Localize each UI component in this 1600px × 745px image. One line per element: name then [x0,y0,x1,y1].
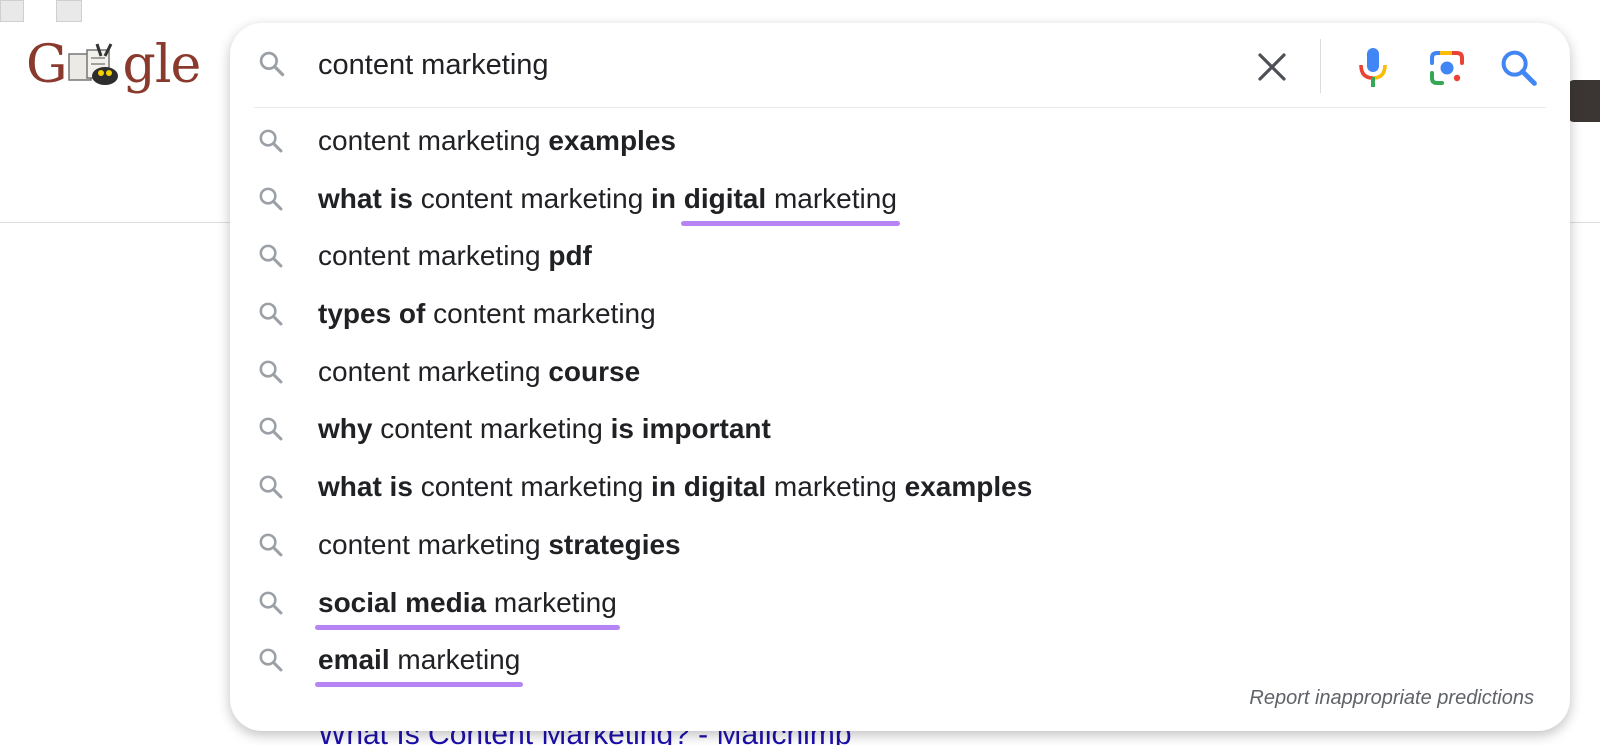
magnifier-icon [257,531,285,564]
suggestion-bold-part: pdf [548,240,592,272]
suggestion-part: marketing [766,471,905,503]
search-input[interactable] [318,45,1198,85]
search-icon[interactable] [1498,47,1540,89]
suggestion-bold-part: why [318,413,373,445]
suggestion-item[interactable]: what is content marketing in digital mar… [230,459,1570,517]
report-predictions-link[interactable]: Report inappropriate predictions [1249,687,1534,710]
suggestion-bold-part: social media [318,586,487,618]
magnifier-icon [257,185,285,218]
highlight-underline: email marketing [314,642,524,688]
suggestion-bold-part: examples [548,125,676,156]
suggestion-item[interactable]: content marketing strategies [230,517,1570,575]
suggestion-bold-part: in [651,182,684,214]
suggestion-item[interactable]: social media marketing [230,575,1570,633]
suggestion-item[interactable]: email marketing [230,632,1570,690]
doodle-art-icon [67,34,123,85]
suggestion-part: marketing [389,644,521,676]
suggestion-text: what is content marketing in digital mar… [318,469,1032,505]
search-bar-separator [254,107,1546,108]
highlight-underline: digital marketing [680,181,901,226]
suggestion-bold-part: email [318,644,390,676]
suggestion-part: content marketing [318,240,549,272]
suggestion-text: types of content marketing [318,296,656,332]
close-icon[interactable] [1252,47,1292,87]
magnifier-icon [257,49,287,84]
magnifier-icon [257,473,285,506]
suggestion-text: content marketing examples [318,123,676,159]
suggestion-part: content marketing [412,182,652,214]
doodle-fragment [0,0,24,22]
magnifier-icon [257,589,285,622]
logo-letter: G [26,35,68,95]
suggestion-part: content marketing [372,413,611,445]
suggestion-part: marketing [766,182,897,214]
background-fragment [1568,80,1600,122]
suggestion-bold-part: digital [683,182,767,214]
magnifier-icon [257,646,285,679]
search-page: G gle What Is Content Marketing? - Mailc… [0,0,1600,745]
suggestion-item[interactable]: content marketing pdf [230,228,1570,286]
suggestion-part: marketing [486,586,617,618]
google-doodle-logo[interactable]: G gle [26,30,201,100]
magnifier-icon [257,300,285,333]
suggestion-bold-part: is important [610,413,771,445]
suggestion-item[interactable]: why content marketing is important [230,401,1570,459]
magnifier-icon [257,358,285,391]
suggestion-text: social media marketing [315,585,620,630]
search-bar [230,23,1570,109]
magnifier-icon [257,127,285,160]
suggestion-text: what is content marketing in digital mar… [318,181,901,226]
doodle-fragment [56,0,82,22]
search-autocomplete-box: content marketing exampleswhat is conten… [230,23,1570,731]
header-divider [0,222,240,223]
magnifier-icon [257,415,285,448]
suggestion-part: content marketing [412,471,652,503]
logo-letters: gle [122,35,202,95]
suggestion-item[interactable]: what is content marketing in digital mar… [230,171,1570,229]
suggestion-item[interactable]: content marketing course [230,344,1570,402]
suggestion-item[interactable]: content marketing examples [230,113,1570,171]
suggestion-bold-part: what is [318,182,413,214]
suggestion-text: content marketing pdf [318,238,592,274]
suggestion-bold-part: what is [318,471,413,503]
suggestion-text: content marketing course [318,354,640,390]
magnifier-icon [257,242,285,275]
camera-lens-icon[interactable] [1426,47,1468,89]
suggestion-bold-part: types of [318,298,426,330]
toolbar-divider [1320,39,1321,93]
suggestion-part: content marketing [318,355,549,387]
suggestion-text: why content marketing is important [318,411,771,447]
suggestion-bold-part: examples [904,471,1033,503]
suggestion-text: email marketing [314,642,524,688]
suggestion-part: content marketing [318,125,549,156]
suggestion-text: content marketing strategies [318,527,681,563]
suggestion-bold-part: course [548,355,641,387]
suggestion-list: content marketing examples what is conten… [230,113,1570,690]
suggestion-part: content marketing [318,528,549,560]
highlight-underline: social media marketing [315,585,620,630]
microphone-icon[interactable] [1353,45,1393,89]
suggestion-part: content marketing [425,298,656,330]
suggestion-item[interactable]: types of content marketing [230,286,1570,344]
suggestion-bold-part: strategies [548,528,681,560]
suggestion-bold-part: in digital [651,471,767,503]
